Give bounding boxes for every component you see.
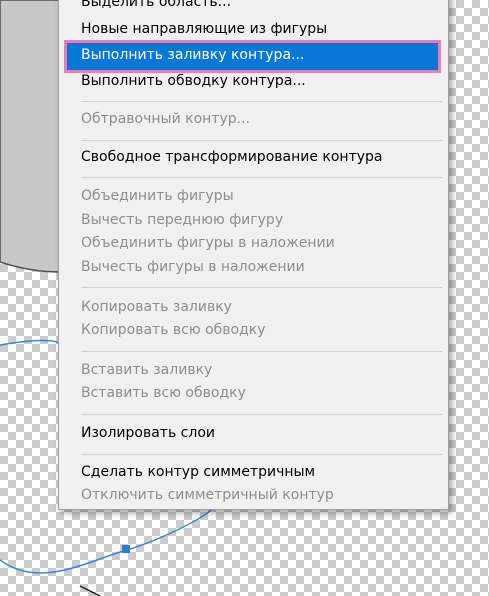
menu-item-exclude-overlap: Вычесть фигуры в наложении — [81, 259, 305, 275]
dark-path-segment — [79, 585, 101, 596]
menu-item-copy-stroke: Копировать всю обводку — [81, 322, 266, 338]
menu-item-unite-shapes: Объединить фигуры — [81, 188, 234, 204]
menu-item-copy-fill: Копировать заливку — [81, 299, 232, 315]
menu-item-free-transform-path[interactable]: Свободное трансформирование контура — [81, 146, 383, 168]
menu-item-clipping-path: Обтравочный контур... — [81, 111, 250, 127]
menu-item-guides-from-shape[interactable]: Новые направляющие из фигуры — [81, 18, 327, 40]
menu-item-isolate-layers[interactable]: Изолировать слои — [81, 422, 215, 444]
menu-item-intersect-shapes: Объединить фигуры в наложении — [81, 235, 335, 251]
menu-separator — [81, 414, 442, 415]
menu-separator — [81, 454, 442, 455]
menu-separator — [81, 177, 442, 178]
menu-separator — [81, 140, 442, 141]
menu-item-make-symmetric[interactable]: Сделать контур симметричным — [81, 461, 315, 483]
menu-separator — [81, 287, 442, 288]
menu-item-subtract-front-shape: Вычесть переднюю фигуру — [81, 212, 284, 228]
menu-item-fill-path[interactable]: Выполнить заливку контура... — [81, 44, 304, 66]
menu-item-paste-stroke: Вставить всю обводку — [81, 385, 246, 401]
menu-separator — [81, 351, 442, 352]
vector-path-line — [0, 339, 61, 346]
menu-item-disable-symmetry: Отключить симметричный контур — [81, 487, 334, 503]
context-menu: Выделить область... Новые направляющие и… — [58, 0, 449, 510]
menu-item-paste-fill: Вставить заливку — [81, 362, 213, 378]
menu-item-select-area[interactable]: Выделить область... — [81, 0, 231, 13]
menu-item-stroke-path[interactable]: Выполнить обводку контура... — [81, 70, 306, 92]
anchor-point[interactable] — [122, 545, 130, 553]
gray-shape — [0, 0, 61, 273]
vector-path-curve — [0, 509, 212, 574]
menu-separator — [81, 101, 442, 102]
